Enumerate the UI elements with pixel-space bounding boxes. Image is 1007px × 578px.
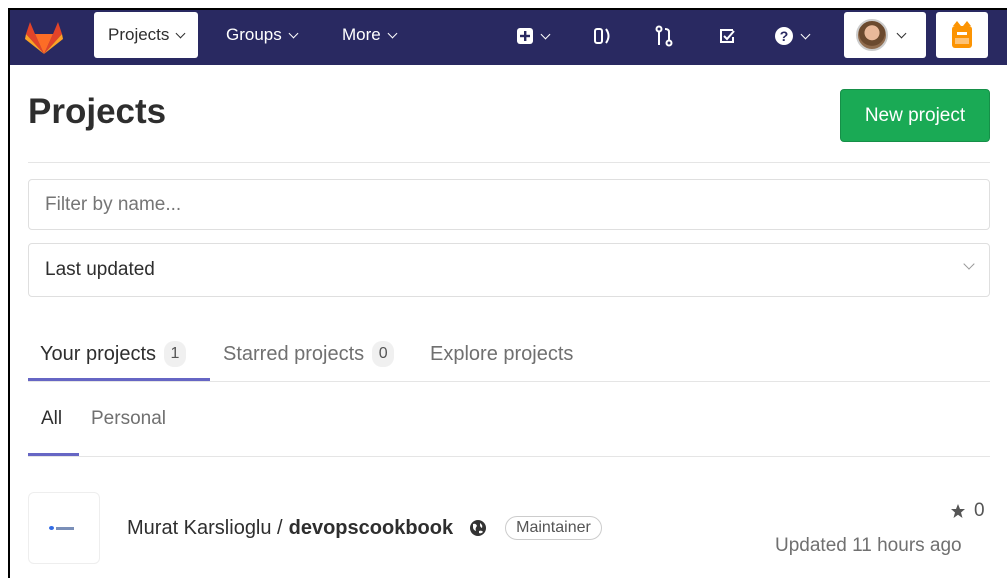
sort-selected-value: Last updated <box>45 259 155 280</box>
help-dropdown[interactable]: ? <box>774 22 811 50</box>
chevron-down-icon <box>175 28 186 38</box>
help-icon: ? <box>775 27 793 45</box>
tab-label: Explore projects <box>430 342 574 365</box>
app-window: Projects Groups More ? Projects New proj… <box>8 8 1007 578</box>
chevron-down-icon <box>896 28 907 38</box>
tanuki-icon <box>952 21 972 48</box>
project-namespace: Murat Karslioglu / <box>127 516 283 539</box>
todo-check-icon <box>720 29 735 43</box>
merge-request-icon <box>655 25 673 47</box>
subtab-personal[interactable]: Personal <box>91 404 166 434</box>
divider <box>28 456 990 457</box>
chevron-down-icon <box>387 28 398 38</box>
project-logo-icon <box>49 525 79 531</box>
tab-starred-projects[interactable]: Starred projects 0 <box>223 330 395 378</box>
projects-menu[interactable]: Projects <box>94 12 199 58</box>
sort-dropdown[interactable]: Last updated <box>28 243 990 297</box>
page-title: Projects <box>28 92 167 131</box>
tab-explore-projects[interactable]: Explore projects <box>430 330 573 378</box>
divider <box>28 162 990 163</box>
project-title[interactable]: Murat Karslioglu / devopscookbook Mainta… <box>127 516 602 540</box>
projects-menu-label: Projects <box>108 25 170 44</box>
groups-menu-label: Groups <box>226 25 282 44</box>
role-badge: Maintainer <box>505 516 602 540</box>
plus-square-icon <box>517 28 533 44</box>
chevron-down-icon <box>288 28 299 38</box>
issues-link[interactable] <box>593 22 613 50</box>
chevron-down-icon <box>540 29 551 39</box>
subtab-all[interactable]: All <box>41 404 62 434</box>
more-menu[interactable]: More <box>342 12 398 58</box>
new-project-button[interactable]: New project <box>840 89 990 142</box>
star-count: 0 <box>950 500 985 522</box>
more-menu-label: More <box>342 25 381 44</box>
subtab-label: Personal <box>91 408 166 429</box>
user-menu[interactable] <box>844 12 926 58</box>
issues-icon <box>594 28 610 44</box>
updated-timestamp: Updated 11 hours ago <box>775 535 962 556</box>
chevron-down-icon <box>800 29 811 39</box>
filter-by-name-input[interactable] <box>28 179 990 230</box>
project-avatar[interactable] <box>28 492 100 564</box>
groups-menu[interactable]: Groups <box>226 12 299 58</box>
performance-bar-button[interactable] <box>936 12 988 58</box>
new-item-dropdown[interactable] <box>516 22 551 50</box>
star-icon <box>951 504 965 518</box>
tab-your-projects[interactable]: Your projects 1 <box>40 330 186 378</box>
chevron-down-icon <box>963 258 975 270</box>
subtab-label: All <box>41 408 63 429</box>
merge-requests-link[interactable] <box>654 22 674 50</box>
star-count-value: 0 <box>974 500 985 521</box>
gitlab-logo-icon[interactable] <box>24 20 64 56</box>
count-badge: 0 <box>372 341 395 367</box>
top-navbar: Projects Groups More ? <box>10 10 1007 65</box>
avatar <box>856 19 888 51</box>
todos-link[interactable] <box>717 22 737 50</box>
project-name: devopscookbook <box>288 516 454 539</box>
svg-text:?: ? <box>780 28 789 44</box>
tab-label: Starred projects <box>223 342 365 365</box>
count-badge: 1 <box>164 341 186 367</box>
tab-label: Your projects <box>40 342 156 365</box>
globe-icon <box>469 519 487 537</box>
divider <box>28 381 990 382</box>
